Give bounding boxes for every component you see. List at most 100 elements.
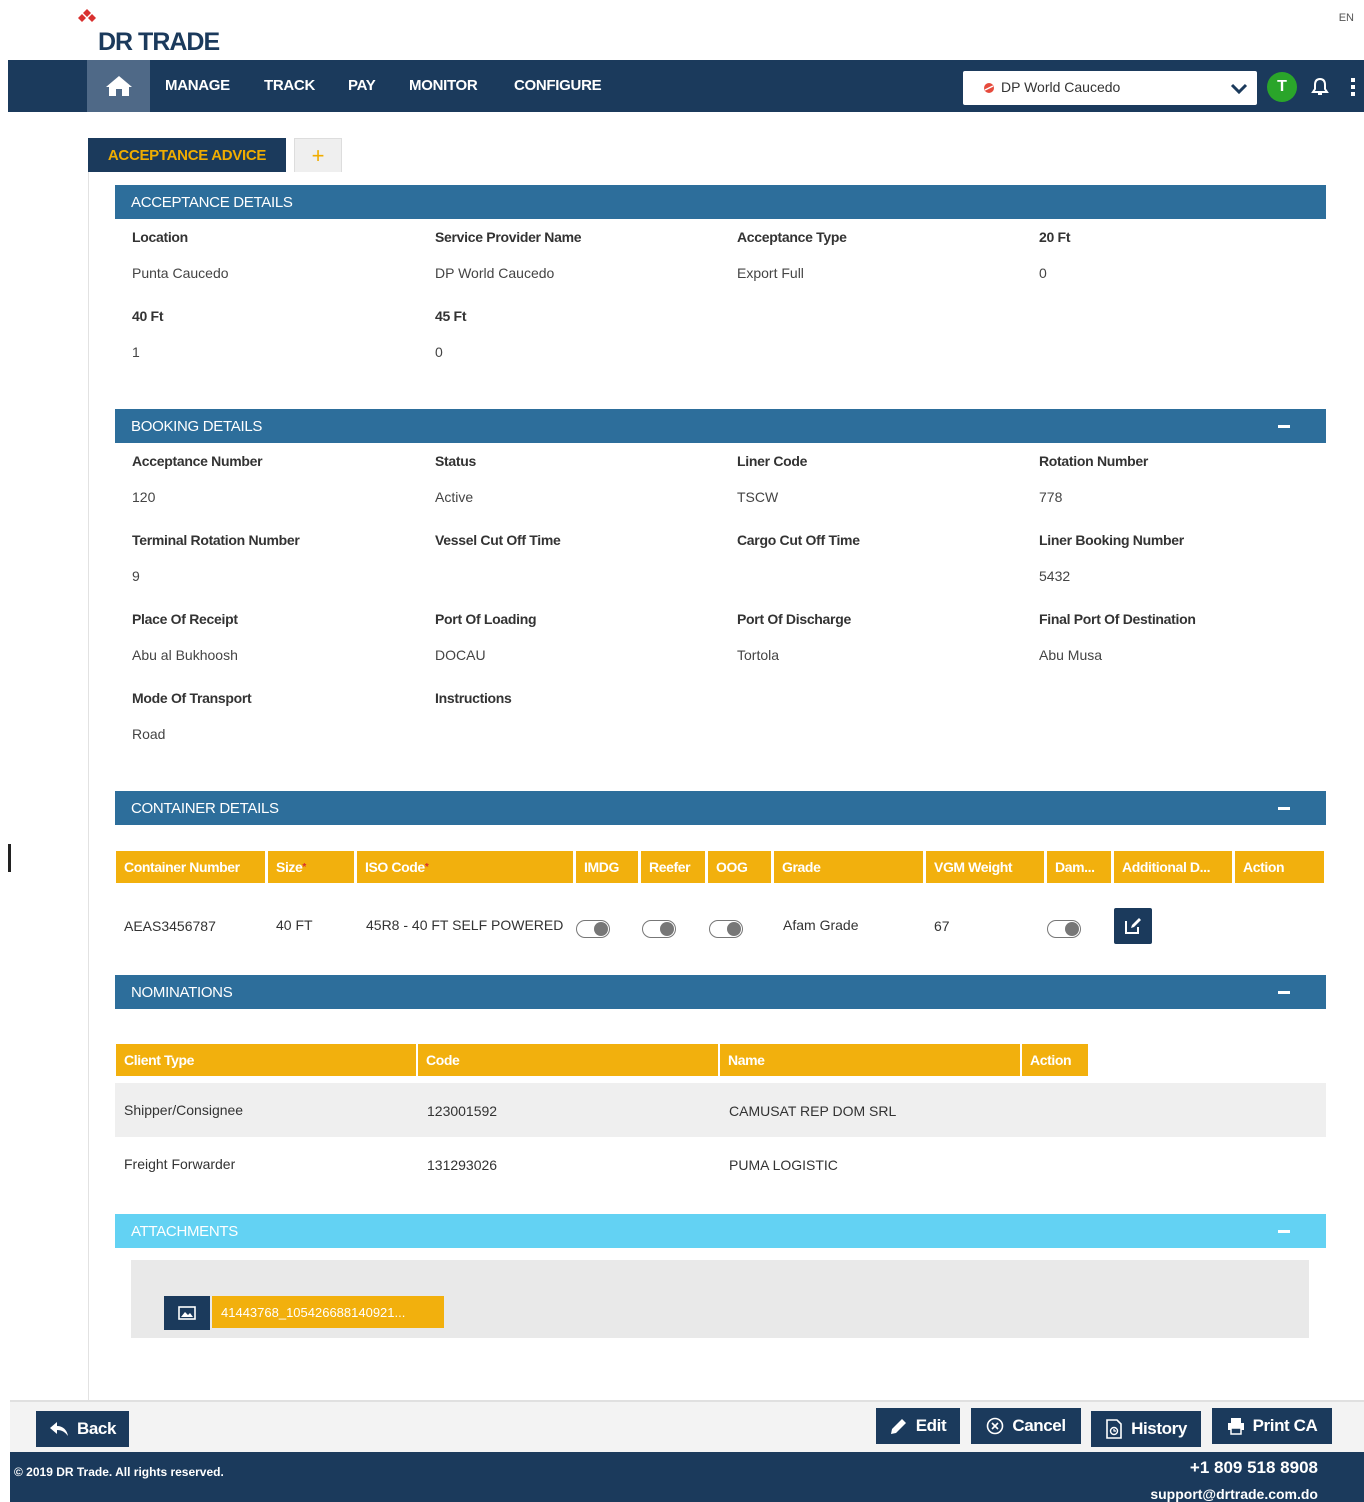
nav-pay[interactable]: PAY [348, 77, 376, 94]
col-container-number: Container Number [116, 851, 265, 883]
print-ca-button[interactable]: Print CA [1212, 1408, 1332, 1444]
nav-monitor[interactable]: MONITOR [409, 77, 478, 94]
field-value: 1 [132, 344, 140, 360]
client-code: 131293026 [427, 1157, 498, 1173]
field-label: Status [435, 453, 476, 469]
user-avatar[interactable]: T [1267, 72, 1297, 102]
port-select-value: DP World Caucedo [1001, 79, 1121, 95]
more-menu-icon[interactable] [1350, 77, 1356, 97]
collapse-icon[interactable] [1278, 991, 1290, 994]
back-button[interactable]: Back [36, 1411, 129, 1447]
container-size: 40 FT [276, 917, 313, 933]
col-name: Name [720, 1044, 1020, 1076]
footer: © 2019 DR Trade. All rights reserved. +1… [10, 1452, 1364, 1502]
attachment-image-button[interactable] [164, 1296, 210, 1330]
field-value: Active [435, 489, 474, 505]
logo-diamond-icon [78, 9, 96, 22]
port-select[interactable]: DP World Caucedo [963, 71, 1257, 105]
damage-toggle[interactable] [1047, 920, 1081, 938]
booking-details-header: BOOKING DETAILS [115, 409, 1326, 443]
back-label: Back [76, 1419, 117, 1438]
collapse-icon[interactable] [1278, 425, 1290, 428]
required-mark: * [302, 861, 306, 873]
field-value: 120 [132, 489, 156, 505]
bell-icon[interactable] [1310, 77, 1330, 97]
client-type: Freight Forwarder [124, 1156, 236, 1172]
logo-text: DR TRADE [98, 28, 220, 56]
imdg-toggle[interactable] [576, 920, 610, 938]
field-label: 40 Ft [132, 308, 164, 324]
oog-toggle[interactable] [709, 920, 743, 938]
col-additional-details: Additional D... [1114, 851, 1232, 883]
additional-details-edit-button[interactable] [1114, 908, 1152, 944]
history-label: History [1131, 1419, 1187, 1438]
container-vgm-weight: 67 [934, 918, 950, 934]
container-grade: Afam Grade [783, 917, 859, 933]
field-label: Liner Code [737, 453, 808, 469]
table-row [115, 1137, 1326, 1191]
acceptance-details-header: ACCEPTANCE DETAILS [115, 185, 1326, 219]
edit-icon [1125, 918, 1141, 934]
table-row [115, 1083, 1326, 1137]
cancel-label: Cancel [1012, 1416, 1066, 1435]
field-label: Service Provider Name [435, 229, 582, 245]
top-navigation: MANAGE TRACK PAY MONITOR CONFIGURE DP Wo… [8, 60, 1364, 112]
field-label: Mode Of Transport [132, 690, 252, 706]
client-name: PUMA LOGISTIC [729, 1157, 838, 1173]
field-label: Port Of Discharge [737, 611, 851, 627]
edit-button[interactable]: Edit [876, 1408, 960, 1444]
attachment-file-link[interactable]: 41443768_105426688140921... [212, 1296, 444, 1328]
collapse-icon[interactable] [1278, 807, 1290, 810]
field-value: Punta Caucedo [132, 265, 229, 281]
col-reefer: Reefer [641, 851, 705, 883]
required-mark: * [424, 861, 429, 873]
nav-track[interactable]: TRACK [264, 77, 315, 94]
nav-manage[interactable]: MANAGE [165, 77, 230, 94]
field-label: Acceptance Number [132, 453, 263, 469]
action-bar: Back Edit Cancel History Print CA [10, 1400, 1364, 1452]
language-selector[interactable]: EN [1339, 12, 1354, 24]
field-value: 0 [435, 344, 443, 360]
col-vgm-weight: VGM Weight [926, 851, 1044, 883]
printer-icon [1227, 1418, 1244, 1435]
col-code: Code [418, 1044, 718, 1076]
reply-arrow-icon [49, 1422, 68, 1436]
field-value: Abu Musa [1039, 647, 1103, 663]
field-value: Tortola [737, 647, 780, 663]
container-details-header: CONTAINER DETAILS [115, 791, 1326, 825]
field-value: TSCW [737, 489, 779, 505]
field-value: 5432 [1039, 568, 1071, 584]
nav-configure[interactable]: CONFIGURE [514, 77, 602, 94]
history-button[interactable]: History [1091, 1411, 1201, 1447]
field-label: Vessel Cut Off Time [435, 532, 561, 548]
support-phone[interactable]: +1 809 518 8908 [1190, 1458, 1318, 1478]
section-title: ATTACHMENTS [131, 1222, 238, 1240]
section-title: NOMINATIONS [131, 983, 233, 1001]
field-value: DP World Caucedo [435, 265, 555, 281]
field-label: Instructions [435, 690, 512, 706]
history-doc-icon [1106, 1419, 1122, 1439]
field-label: Cargo Cut Off Time [737, 532, 860, 548]
collapse-icon[interactable] [1278, 1230, 1290, 1233]
tab-acceptance-advice[interactable]: ACCEPTANCE ADVICE [88, 138, 286, 172]
home-icon [105, 76, 132, 96]
copyright-text: © 2019 DR Trade. All rights reserved. [14, 1465, 224, 1479]
dr-trade-logo[interactable]: DR TRADE [76, 8, 236, 58]
attachments-header: ATTACHMENTS [115, 1214, 1326, 1248]
cancel-button[interactable]: Cancel [971, 1408, 1081, 1444]
cancel-circle-icon [987, 1417, 1004, 1435]
col-size-label: Size [276, 859, 303, 875]
scroll-indicator [8, 844, 11, 872]
col-oog: OOG [708, 851, 771, 883]
chevron-down-icon [1230, 83, 1248, 95]
home-button[interactable] [87, 60, 150, 112]
field-label: Final Port Of Destination [1039, 611, 1196, 627]
add-tab-button[interactable]: + [294, 138, 342, 172]
reefer-toggle[interactable] [642, 920, 676, 938]
globe-icon [984, 83, 994, 93]
field-label: Port Of Loading [435, 611, 537, 627]
col-grade: Grade [774, 851, 923, 883]
field-value: 778 [1039, 489, 1063, 505]
field-value: Export Full [737, 265, 804, 281]
support-email[interactable]: support@drtrade.com.do [1150, 1486, 1318, 1502]
